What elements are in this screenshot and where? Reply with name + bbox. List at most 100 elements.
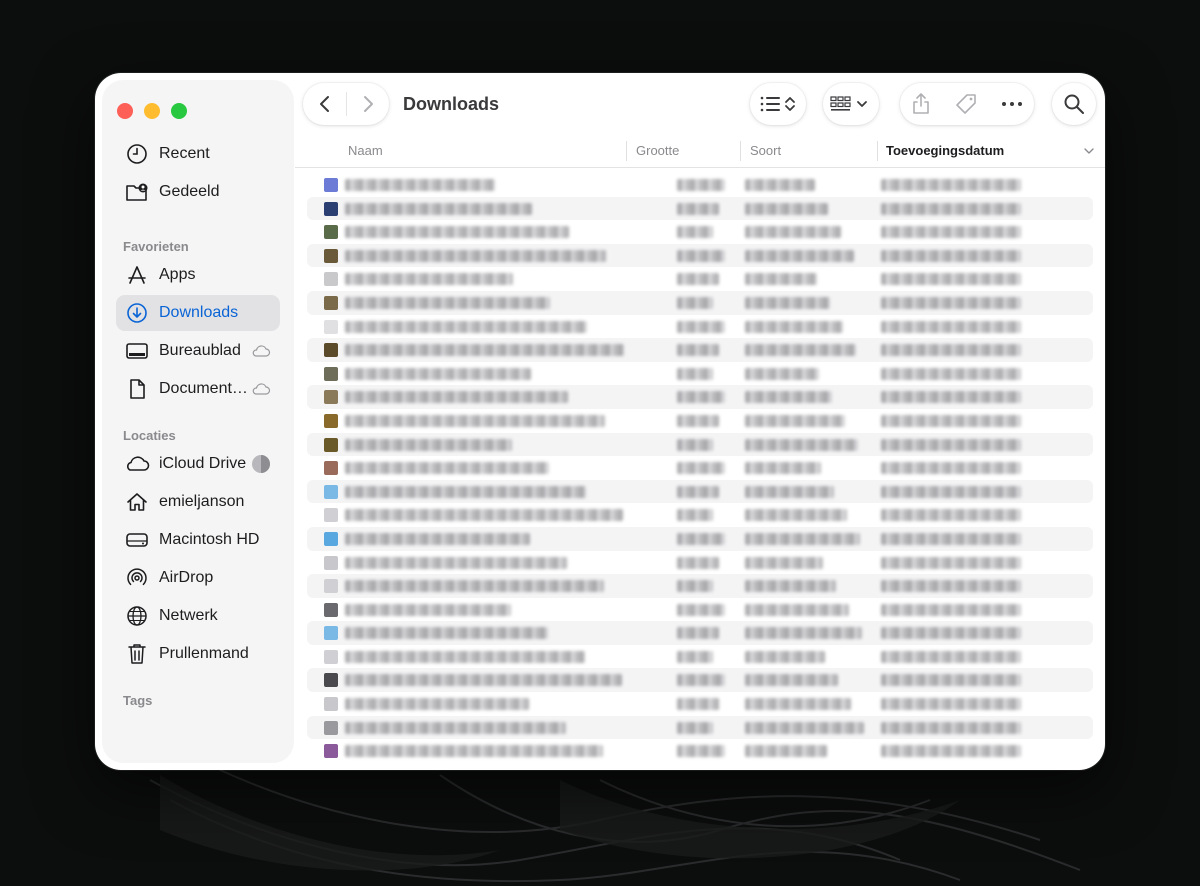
favorites-heading: Favorieten	[123, 239, 189, 254]
file-row[interactable]	[307, 456, 1093, 480]
pixelated-text	[745, 414, 845, 427]
pixelated-text	[745, 745, 827, 758]
minimize-window-button[interactable]	[144, 103, 160, 119]
file-thumbnail	[324, 744, 338, 759]
file-row[interactable]	[307, 739, 1093, 763]
file-row[interactable]	[307, 315, 1093, 339]
file-row[interactable]	[307, 621, 1093, 645]
file-row[interactable]	[307, 432, 1093, 457]
file-row[interactable]	[307, 220, 1093, 244]
back-button[interactable]	[304, 83, 346, 125]
shared-folder-icon	[124, 179, 150, 205]
pixelated-text	[677, 273, 719, 286]
sidebar-item-prullenmand[interactable]: Prullenmand	[116, 636, 280, 672]
pixelated-text	[745, 556, 823, 569]
pixelated-text	[881, 532, 1021, 545]
file-row[interactable]	[307, 243, 1093, 268]
pixelated-text	[745, 320, 843, 333]
pixelated-text	[345, 226, 569, 239]
sidebar-item-macintosh-hd[interactable]: Macintosh HD	[116, 522, 280, 558]
pixelated-text	[881, 344, 1021, 357]
sidebar-item-label: Downloads	[159, 304, 239, 321]
file-thumbnail	[324, 626, 338, 641]
search-button[interactable]	[1052, 83, 1096, 125]
pixelated-text	[881, 226, 1021, 239]
file-thumbnail	[324, 272, 338, 287]
file-row[interactable]	[307, 338, 1093, 362]
column-divider[interactable]	[740, 141, 741, 161]
more-actions-button[interactable]	[1001, 101, 1023, 107]
file-thumbnail	[324, 508, 338, 523]
sidebar-item-netwerk[interactable]: Netwerk	[116, 598, 280, 634]
file-row[interactable]	[307, 715, 1093, 740]
sidebar-item-icloud-drive[interactable]: iCloud Drive	[116, 446, 280, 482]
sidebar-item-label: Bureaublad	[159, 342, 241, 359]
pixelated-text	[745, 367, 819, 380]
pixelated-text	[677, 249, 725, 262]
sidebar-item-documenten[interactable]: Document…	[116, 371, 280, 407]
file-row[interactable]	[307, 173, 1093, 197]
file-row[interactable]	[307, 551, 1093, 575]
pixelated-text	[745, 698, 851, 711]
chevron-left-icon	[319, 96, 329, 112]
column-header-kind[interactable]: Soort	[750, 143, 781, 158]
sidebar-item-gedeeld[interactable]: Gedeeld	[116, 174, 280, 210]
file-thumbnail	[324, 673, 338, 688]
pixelated-text	[345, 698, 529, 711]
close-window-button[interactable]	[117, 103, 133, 119]
file-row[interactable]	[307, 479, 1093, 504]
sidebar-item-airdrop[interactable]: AirDrop	[116, 560, 280, 596]
column-header-date-added[interactable]: Toevoegingsdatum	[886, 143, 1004, 158]
file-row[interactable]	[307, 574, 1093, 598]
column-header-size[interactable]: Grootte	[636, 143, 679, 158]
pixelated-text	[881, 580, 1021, 593]
file-row[interactable]	[307, 503, 1093, 527]
desktop-icon	[124, 338, 150, 364]
pixelated-text	[881, 509, 1021, 522]
share-icon	[913, 93, 930, 114]
file-row[interactable]	[307, 692, 1093, 716]
forward-button[interactable]	[347, 83, 389, 125]
view-options-button[interactable]	[750, 83, 806, 125]
maximize-window-button[interactable]	[171, 103, 187, 119]
file-row[interactable]	[307, 385, 1093, 409]
column-divider[interactable]	[877, 141, 878, 161]
file-row[interactable]	[307, 645, 1093, 669]
grid-icon	[830, 96, 867, 111]
pixelated-text	[345, 603, 511, 616]
sidebar-item-label: Prullenmand	[159, 645, 249, 662]
sidebar-item-label: Netwerk	[159, 607, 218, 624]
file-thumbnail	[324, 366, 338, 381]
file-row[interactable]	[307, 598, 1093, 622]
file-row[interactable]	[307, 668, 1093, 693]
file-row[interactable]	[307, 267, 1093, 291]
sidebar: Recent Gedeeld Favorieten Apps Downloads	[103, 81, 293, 762]
group-options-button[interactable]	[823, 83, 879, 125]
sidebar-item-downloads[interactable]: Downloads	[116, 295, 280, 331]
pixelated-text	[881, 391, 1021, 404]
file-row[interactable]	[307, 362, 1093, 386]
pixelated-text	[881, 650, 1021, 663]
column-header-name[interactable]: Naam	[348, 143, 383, 158]
pixelated-text	[345, 650, 585, 663]
sidebar-item-bureaublad[interactable]: Bureaublad	[116, 333, 280, 369]
file-row[interactable]	[307, 526, 1093, 551]
tag-button[interactable]	[954, 92, 978, 116]
pixelated-text	[345, 532, 530, 545]
share-button[interactable]	[911, 92, 931, 116]
pixelated-text	[745, 509, 847, 522]
sidebar-item-label: AirDrop	[159, 569, 214, 586]
sidebar-item-apps[interactable]: Apps	[116, 257, 280, 293]
sidebar-item-home[interactable]: emieljanson	[116, 484, 280, 520]
column-divider[interactable]	[626, 141, 627, 161]
pixelated-text	[345, 627, 548, 640]
sidebar-item-recent[interactable]: Recent	[116, 136, 280, 172]
file-row[interactable]	[307, 196, 1093, 221]
sidebar-item-label: Gedeeld	[159, 183, 220, 200]
locations-heading: Locaties	[123, 428, 176, 443]
file-row[interactable]	[307, 409, 1093, 433]
file-list	[295, 173, 1105, 770]
home-icon	[124, 489, 150, 515]
sidebar-item-label: iCloud Drive	[159, 455, 247, 472]
file-row[interactable]	[307, 290, 1093, 315]
